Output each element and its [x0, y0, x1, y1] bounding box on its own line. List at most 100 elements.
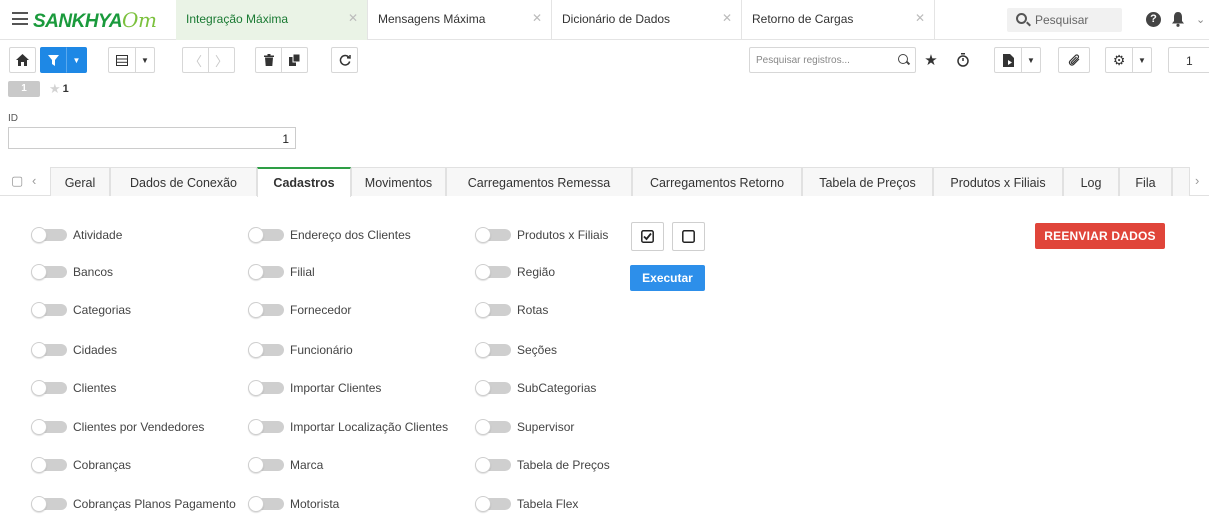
toggle-marca[interactable]: Marca: [248, 457, 323, 473]
tab-produtos-x-filiais[interactable]: Produtos x Filiais: [933, 167, 1063, 196]
toggle-rotas[interactable]: Rotas: [475, 302, 548, 318]
toggle-switch[interactable]: [31, 264, 67, 280]
window-tab-integracao-maxima[interactable]: Integração Máxima ✕: [176, 0, 368, 40]
toggle-switch[interactable]: [31, 342, 67, 358]
hamburger-menu-icon[interactable]: [12, 12, 28, 25]
toggle-switch[interactable]: [31, 302, 67, 318]
toggle-switch[interactable]: [475, 264, 511, 280]
search-icon[interactable]: [898, 54, 908, 64]
toggle-secoes[interactable]: Seções: [475, 342, 557, 358]
toggle-switch[interactable]: [31, 457, 67, 473]
tab-movimentos[interactable]: Movimentos: [351, 167, 446, 196]
deselect-all-button[interactable]: [672, 222, 705, 251]
report-button[interactable]: [994, 47, 1022, 73]
toggle-endereco-dos-clientes[interactable]: Endereço dos Clientes: [248, 227, 411, 243]
toggle-supervisor[interactable]: Supervisor: [475, 419, 574, 435]
next-record-button[interactable]: 〉: [208, 47, 235, 73]
toggle-regiao[interactable]: Região: [475, 264, 555, 280]
star-icon[interactable]: ★: [49, 81, 61, 97]
tab-geral[interactable]: Geral: [50, 167, 110, 196]
toggle-switch[interactable]: [31, 419, 67, 435]
toggle-switch[interactable]: [248, 380, 284, 396]
timer-button[interactable]: [949, 47, 977, 73]
tab-dados-de-conexao[interactable]: Dados de Conexão: [110, 167, 257, 196]
toggle-importar-clientes[interactable]: Importar Clientes: [248, 380, 381, 396]
duplicate-button[interactable]: [281, 47, 308, 73]
page-number-input[interactable]: 1: [1168, 47, 1209, 73]
toggle-switch[interactable]: [248, 302, 284, 318]
settings-dropdown-button[interactable]: ▼: [1132, 47, 1152, 73]
toggle-switch[interactable]: [475, 457, 511, 473]
toggle-tabela-de-precos[interactable]: Tabela de Preços: [475, 457, 610, 473]
select-all-button[interactable]: [631, 222, 664, 251]
close-icon[interactable]: ✕: [915, 11, 925, 25]
toggle-switch[interactable]: [475, 380, 511, 396]
global-search-input[interactable]: Pesquisar: [1007, 8, 1122, 32]
toggle-switch[interactable]: [248, 264, 284, 280]
toggle-motorista[interactable]: Motorista: [248, 496, 339, 512]
filter-button[interactable]: [40, 47, 67, 73]
tab-tabela-de-precos[interactable]: Tabela de Preços: [802, 167, 933, 196]
tab-cadastros[interactable]: Cadastros: [257, 167, 351, 197]
toggle-cobrancas[interactable]: Cobranças: [31, 457, 131, 473]
toggle-produtos-x-filiais[interactable]: Produtos x Filiais: [475, 227, 608, 243]
close-icon[interactable]: ✕: [722, 11, 732, 25]
toggle-switch[interactable]: [31, 380, 67, 396]
chevron-right-icon[interactable]: ›: [1195, 173, 1199, 188]
view-dropdown-button[interactable]: ▼: [135, 47, 155, 73]
resend-data-button[interactable]: REENVIAR DADOS: [1035, 223, 1165, 249]
toggle-switch[interactable]: [31, 496, 67, 512]
tab-overflow[interactable]: [1172, 167, 1190, 196]
toggle-switch[interactable]: [248, 496, 284, 512]
favorite-button[interactable]: ★: [917, 47, 945, 73]
tab-carregamentos-retorno[interactable]: Carregamentos Retorno: [632, 167, 802, 196]
tab-log[interactable]: Log: [1063, 167, 1119, 196]
help-icon[interactable]: ?: [1146, 12, 1161, 27]
filter-dropdown-button[interactable]: ▼: [66, 47, 87, 73]
toggle-importar-localizacao-clientes[interactable]: Importar Localização Clientes: [248, 419, 448, 435]
toggle-clientes[interactable]: Clientes: [31, 380, 116, 396]
id-field[interactable]: 1: [8, 127, 296, 149]
record-search-input[interactable]: Pesquisar registros...: [749, 47, 916, 73]
delete-button[interactable]: [255, 47, 282, 73]
close-icon[interactable]: ✕: [348, 11, 358, 25]
tab-fila[interactable]: Fila: [1119, 167, 1172, 196]
toggle-switch[interactable]: [248, 227, 284, 243]
toggle-subcategorias[interactable]: SubCategorias: [475, 380, 596, 396]
bell-icon[interactable]: [1172, 12, 1184, 27]
toggle-switch[interactable]: [475, 302, 511, 318]
previous-record-button[interactable]: 〈: [182, 47, 209, 73]
attachment-button[interactable]: [1058, 47, 1090, 73]
toggle-switch[interactable]: [248, 419, 284, 435]
toggle-categorias[interactable]: Categorias: [31, 302, 131, 318]
toggle-switch[interactable]: [475, 496, 511, 512]
toggle-switch[interactable]: [475, 342, 511, 358]
toggle-cobrancas-planos-pagamento[interactable]: Cobranças Planos Pagamento: [31, 496, 236, 512]
grid-view-button[interactable]: [108, 47, 136, 73]
toggle-switch[interactable]: [31, 227, 67, 243]
window-tab-retorno-de-cargas[interactable]: Retorno de Cargas ✕: [742, 0, 935, 40]
execute-button[interactable]: Executar: [630, 265, 705, 291]
toggle-switch[interactable]: [475, 227, 511, 243]
toggle-filial[interactable]: Filial: [248, 264, 315, 280]
close-icon[interactable]: ✕: [532, 11, 542, 25]
user-menu-icon[interactable]: ⌄: [1196, 13, 1205, 26]
toggle-atividade[interactable]: Atividade: [31, 227, 122, 243]
chevron-left-icon[interactable]: ‹: [32, 173, 36, 188]
toggle-funcionario[interactable]: Funcionário: [248, 342, 353, 358]
toggle-cidades[interactable]: Cidades: [31, 342, 117, 358]
refresh-button[interactable]: [331, 47, 358, 73]
toggle-clientes-por-vendedores[interactable]: Clientes por Vendedores: [31, 419, 204, 435]
home-button[interactable]: [9, 47, 36, 73]
tab-carregamentos-remessa[interactable]: Carregamentos Remessa: [446, 167, 632, 196]
toggle-fornecedor[interactable]: Fornecedor: [248, 302, 351, 318]
toggle-switch[interactable]: [475, 419, 511, 435]
toggle-switch[interactable]: [248, 342, 284, 358]
toggle-bancos[interactable]: Bancos: [31, 264, 113, 280]
toggle-tabela-flex[interactable]: Tabela Flex: [475, 496, 578, 512]
window-tab-dicionario-de-dados[interactable]: Dicionário de Dados ✕: [552, 0, 742, 40]
toggle-switch[interactable]: [248, 457, 284, 473]
report-dropdown-button[interactable]: ▼: [1021, 47, 1041, 73]
settings-button[interactable]: ⚙: [1105, 47, 1133, 73]
tab-overview-icon[interactable]: ▢: [11, 173, 23, 189]
